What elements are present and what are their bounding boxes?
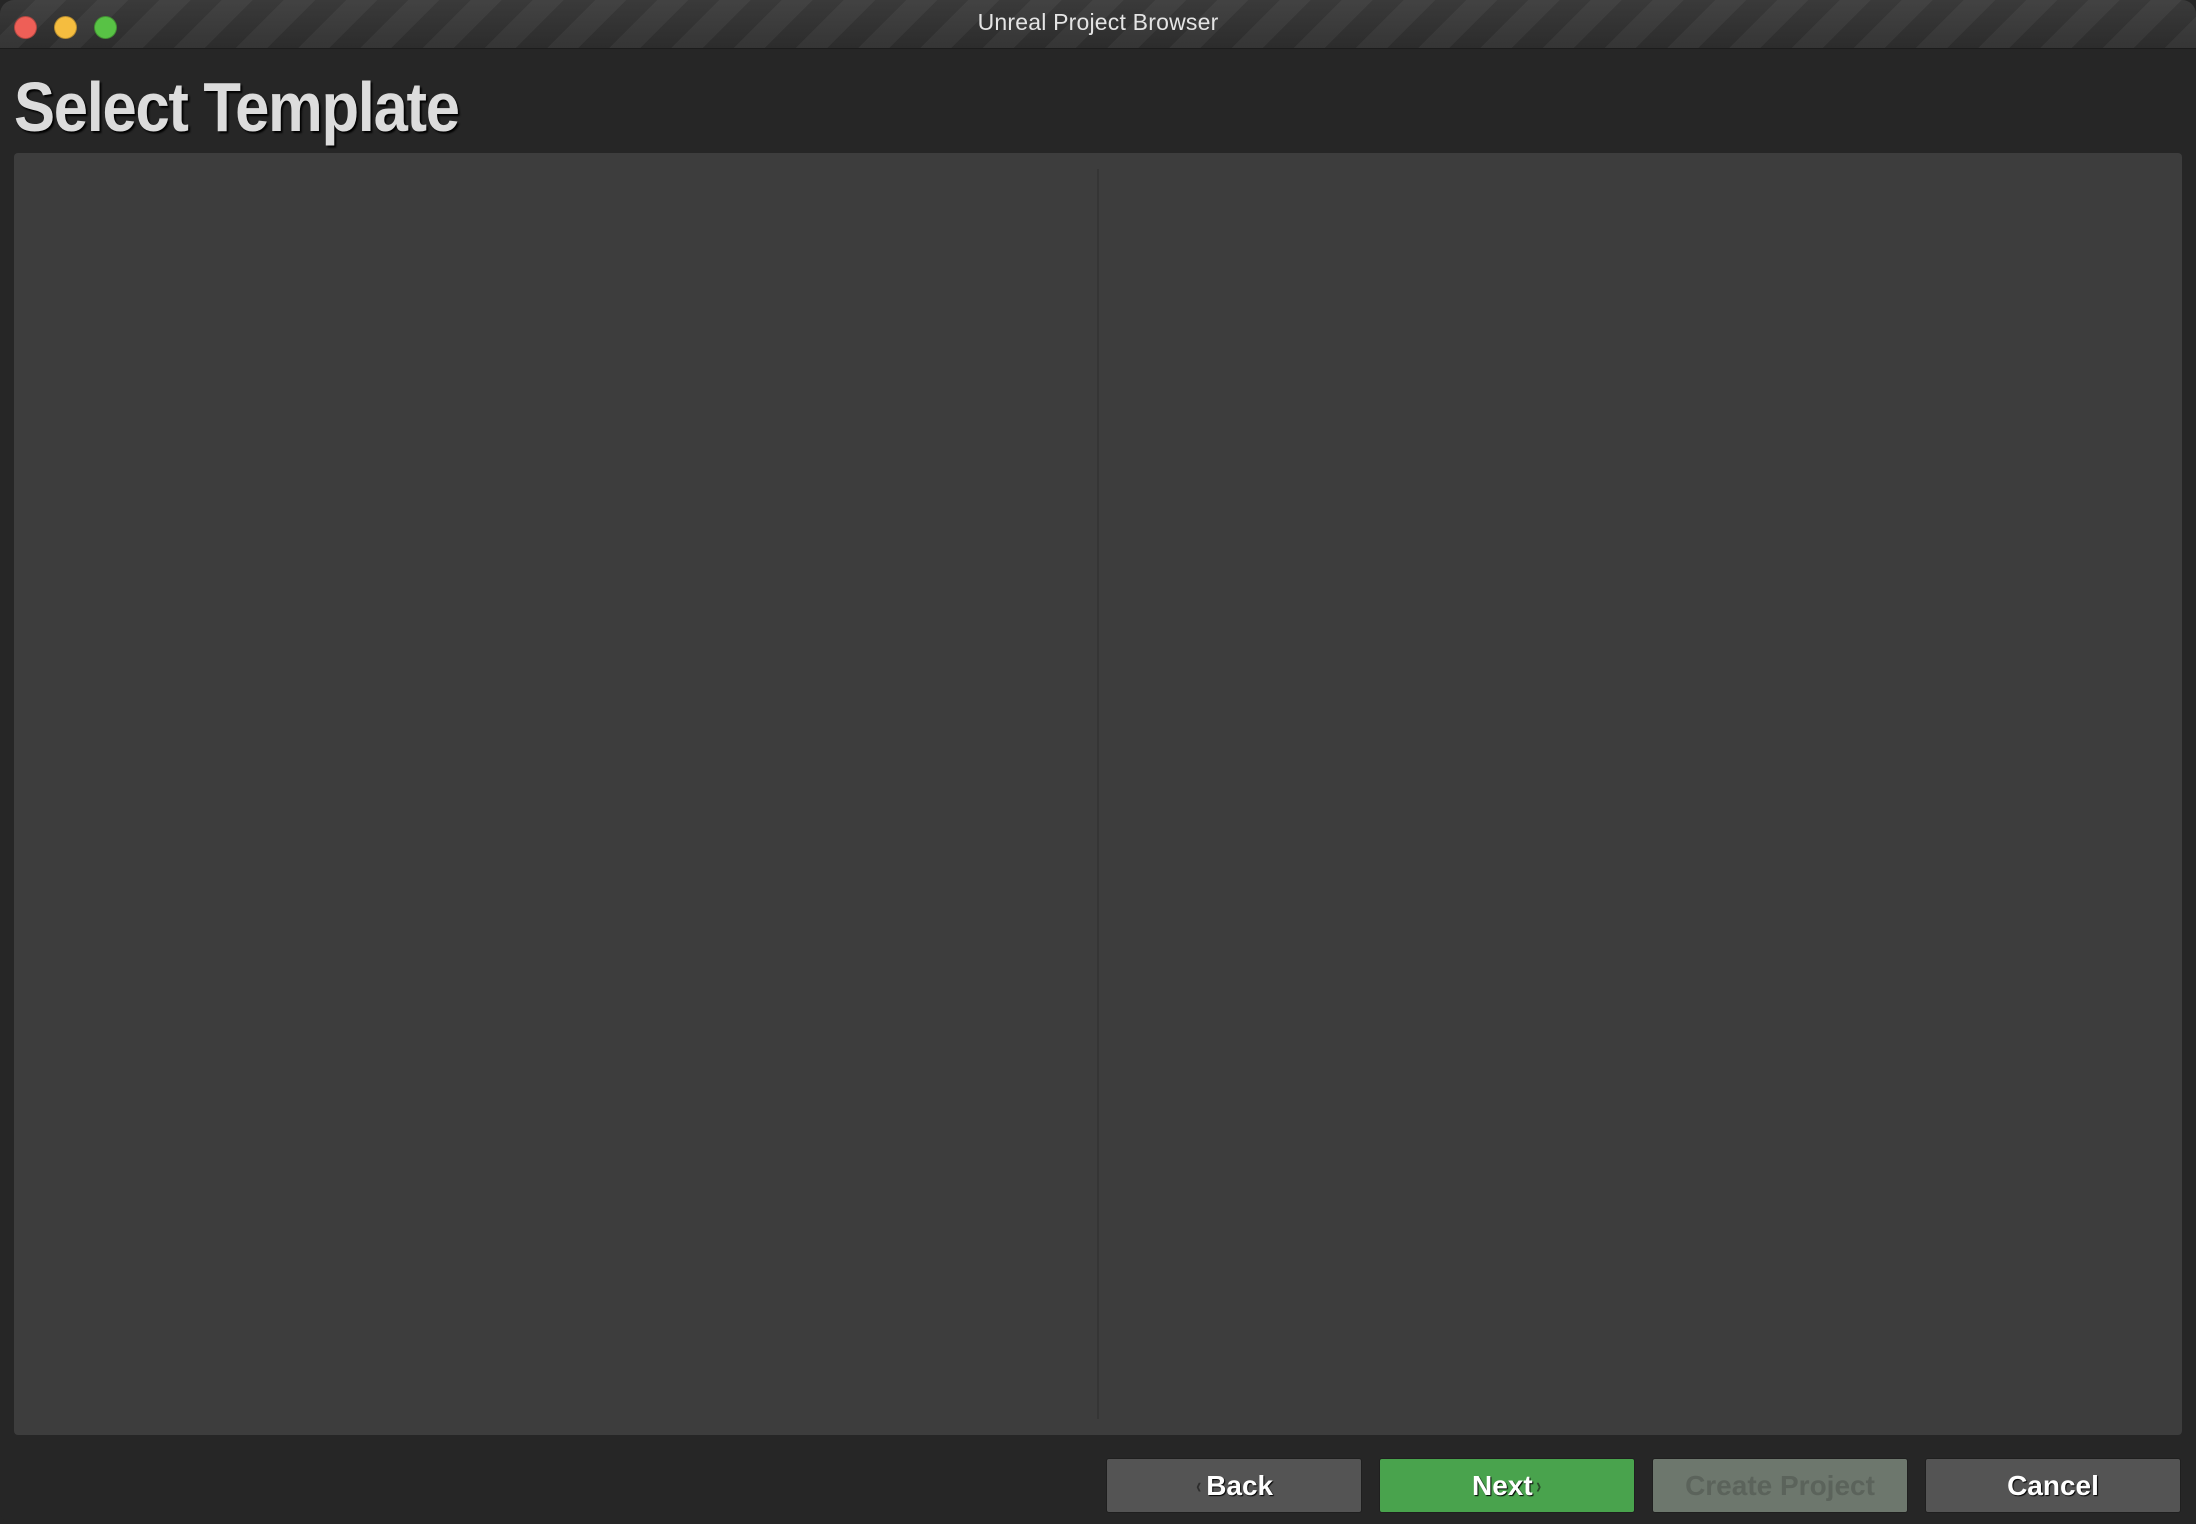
cancel-button-label: Cancel [2007, 1469, 2099, 1501]
back-button-label: Back [1206, 1469, 1274, 1501]
create-project-button-label: Create Project [1685, 1469, 1875, 1501]
title-bar[interactable]: Unreal Project Browser [0, 0, 2196, 49]
window-title: Unreal Project Browser [977, 9, 1219, 35]
cancel-button[interactable]: Cancel [1925, 1458, 2181, 1513]
create-project-button[interactable]: Create Project [1652, 1458, 1908, 1513]
template-detail-pane [1099, 153, 2182, 1435]
template-category-pane [14, 153, 1097, 1435]
back-button[interactable]: ‹ Back [1106, 1458, 1362, 1513]
project-browser-window: Unreal Project Browser Select Template ‹… [0, 0, 2196, 1524]
template-content-panel [14, 153, 2182, 1435]
next-button-label: Next [1471, 1469, 1533, 1501]
chevron-left-icon: ‹ [1195, 1472, 1202, 1498]
wizard-footer: ‹ Back Next › Create Project Cancel [0, 1440, 2196, 1524]
chevron-right-icon: › [1535, 1472, 1541, 1498]
page-title: Select Template [14, 68, 460, 146]
next-button[interactable]: Next › [1379, 1458, 1635, 1513]
